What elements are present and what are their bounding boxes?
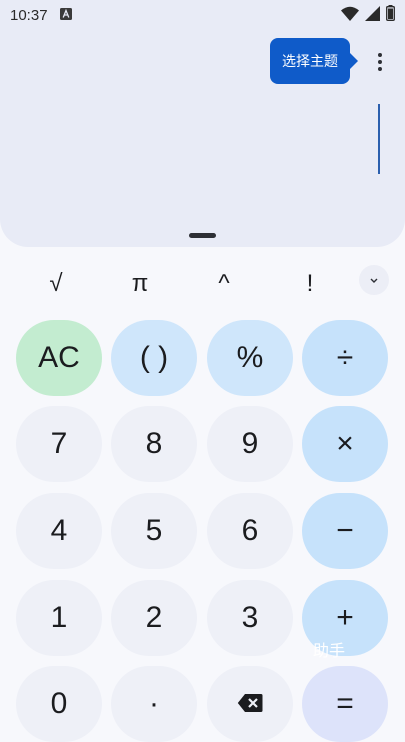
digit-4-button[interactable]: 4 [16, 493, 102, 569]
status-bar: 10:37 [0, 0, 405, 30]
choose-theme-tooltip[interactable]: 选择主题 [270, 38, 358, 84]
digit-0-button[interactable]: 0 [16, 666, 102, 742]
all-clear-button[interactable]: AC [16, 320, 102, 396]
equals-button[interactable]: = [302, 666, 388, 742]
a-square-icon [59, 7, 72, 24]
pi-button[interactable]: π [110, 262, 170, 306]
digit-7-button[interactable]: 7 [16, 406, 102, 482]
drag-handle[interactable] [189, 233, 216, 238]
digit-8-button[interactable]: 8 [111, 406, 197, 482]
digit-6-button[interactable]: 6 [207, 493, 293, 569]
status-time: 10:37 [10, 6, 48, 24]
battery-icon [386, 5, 395, 25]
input-cursor [378, 104, 380, 174]
chevron-down-icon [369, 271, 379, 289]
backspace-icon [237, 687, 263, 721]
tooltip-label: 选择主题 [282, 53, 338, 69]
percent-button[interactable]: % [207, 320, 293, 396]
minus-button[interactable]: − [302, 493, 388, 569]
expand-button[interactable] [359, 265, 389, 295]
backspace-button[interactable] [207, 666, 293, 742]
digit-9-button[interactable]: 9 [207, 406, 293, 482]
signal-icon [365, 5, 380, 25]
decimal-button[interactable]: · [111, 666, 197, 742]
power-button[interactable]: ^ [194, 262, 254, 306]
wifi-icon [341, 6, 359, 25]
sqrt-button[interactable]: √ [26, 262, 86, 306]
factorial-button[interactable]: ! [280, 262, 340, 306]
parentheses-button[interactable]: ( ) [111, 320, 197, 396]
result-display [0, 0, 405, 247]
more-vert-icon[interactable] [368, 48, 392, 76]
digit-1-button[interactable]: 1 [16, 580, 102, 656]
watermark: 助手 [313, 643, 346, 660]
digit-5-button[interactable]: 5 [111, 493, 197, 569]
scientific-row: √ π ^ ! [0, 262, 405, 306]
digit-3-button[interactable]: 3 [207, 580, 293, 656]
digit-2-button[interactable]: 2 [111, 580, 197, 656]
divide-button[interactable]: ÷ [302, 320, 388, 396]
multiply-button[interactable]: × [302, 406, 388, 482]
